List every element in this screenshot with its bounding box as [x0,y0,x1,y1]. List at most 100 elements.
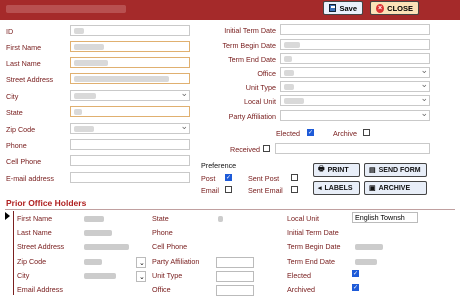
label-email-pref: Email [201,186,219,195]
archive-checkbox[interactable] [363,129,370,136]
id-field[interactable] [70,25,190,36]
printer-icon: 🖶 [318,165,325,173]
prior-local-unit-value: English Townsh [355,213,405,222]
prior-term-end-date-value [355,259,377,265]
label-initial-term-date: Initial Term Date [224,26,276,35]
labels-button[interactable]: ◂ LABELS [313,181,360,195]
label-archive: Archive [333,129,357,138]
label-term-begin-date: Term Begin Date [222,41,276,50]
phone-field[interactable] [70,139,190,150]
blurred-title [6,5,126,13]
prior-first-name-value [84,216,104,222]
prior-label-unit-type: Unit Type [152,271,183,280]
save-label: Save [339,3,357,13]
prior-label-office: Office [152,285,171,294]
office-select[interactable] [280,65,430,78]
elected-checkbox[interactable] [307,129,314,136]
prior-label-zip-code: Zip Code [17,257,47,266]
last-name-field[interactable] [70,57,190,68]
label-last-name: Last Name [6,59,41,68]
close-button[interactable]: × CLOSE [370,1,419,15]
floppy-disk-icon [329,4,337,12]
received-checkbox[interactable] [263,145,270,152]
print-button[interactable]: 🖶 PRINT [313,163,360,177]
prior-label-email-address: Email Address [17,285,63,294]
prior-party-select[interactable] [216,257,254,268]
archive-label: ARCHIVE [378,184,411,192]
form-icon: ▤ [369,167,376,174]
label-first-name: First Name [6,43,42,52]
received-date-field[interactable] [275,143,430,154]
prior-office-select[interactable] [216,285,254,296]
prior-zip-select[interactable]: ⌄ [136,257,146,268]
prior-label-initial-term-date: Initial Term Date [287,228,339,237]
prior-label-term-end-date: Term End Date [287,257,335,266]
label-office: Office [257,69,276,78]
cell-phone-field[interactable] [70,155,190,166]
email-pref-checkbox[interactable] [225,186,232,193]
prior-label-term-begin-date: Term Begin Date [287,242,341,251]
tag-icon: ◂ [318,185,322,192]
prior-label-cell-phone: Cell Phone [152,242,188,251]
prior-label-first-name: First Name [17,214,53,223]
prior-state-value [218,216,223,222]
prior-unit-type-select[interactable] [216,271,254,282]
label-phone: Phone [6,141,27,150]
prior-term-begin-date-value [355,244,383,250]
prior-label-archived: Archived [287,285,315,294]
send-form-button[interactable]: ▤ SEND FORM [364,163,427,177]
label-received: Received [230,145,260,154]
prior-label-elected: Elected [287,271,311,280]
print-label: PRINT [327,166,349,174]
prior-local-unit-select[interactable]: English Townsh [352,212,418,223]
party-affiliation-select[interactable] [280,108,430,121]
prior-elected-checkbox[interactable] [352,270,359,277]
label-unit-type: Unit Type [245,83,276,92]
prior-office-holders-title: Prior Office Holders [6,198,87,208]
zip-code-select[interactable] [70,121,190,134]
label-sent-post: Sent Post [248,174,280,183]
label-local-unit: Local Unit [244,97,276,106]
section-divider [5,209,455,210]
save-button[interactable]: Save [323,1,363,15]
prior-label-state: State [152,214,169,223]
city-select[interactable] [70,88,190,101]
preference-title: Preference [201,161,237,170]
label-email: E-mail address [6,174,54,183]
post-checkbox[interactable] [225,174,232,181]
label-city: City [6,92,19,101]
prior-label-phone: Phone [152,228,173,237]
sent-email-checkbox[interactable] [291,186,298,193]
street-address-field[interactable] [70,73,190,84]
label-street-address: Street Address [6,75,54,84]
email-field[interactable] [70,172,190,183]
close-label: CLOSE [387,3,413,13]
initial-term-date-field[interactable] [280,24,430,35]
label-cell-phone: Cell Phone [6,157,42,166]
prior-label-street-address: Street Address [17,242,65,251]
prior-label-party-affiliation: Party Affiliation [152,257,200,266]
subform-border [13,211,14,295]
prior-street-address-value [84,244,129,250]
prior-label-last-name: Last Name [17,228,52,237]
label-state: State [6,108,23,117]
state-field[interactable] [70,106,190,117]
term-end-date-field[interactable] [280,53,430,64]
record-selector-arrow-icon[interactable] [5,212,10,220]
label-party-affiliation: Party Affiliation [228,112,276,121]
archive-button[interactable]: ▣ ARCHIVE [364,181,427,195]
send-form-label: SEND FORM [378,166,421,174]
prior-archived-checkbox[interactable] [352,284,359,291]
sent-post-checkbox[interactable] [291,174,298,181]
prior-label-city: City [17,271,30,280]
prior-city-value [84,273,116,279]
prior-zip-code-value [84,259,102,265]
term-begin-date-field[interactable] [280,39,430,50]
local-unit-select[interactable] [280,93,430,106]
close-icon: × [376,3,385,13]
archive-icon: ▣ [369,185,376,192]
prior-last-name-value [84,230,112,236]
prior-city-select[interactable]: ⌄ [136,271,146,282]
first-name-field[interactable] [70,41,190,52]
unit-type-select[interactable] [280,79,430,92]
